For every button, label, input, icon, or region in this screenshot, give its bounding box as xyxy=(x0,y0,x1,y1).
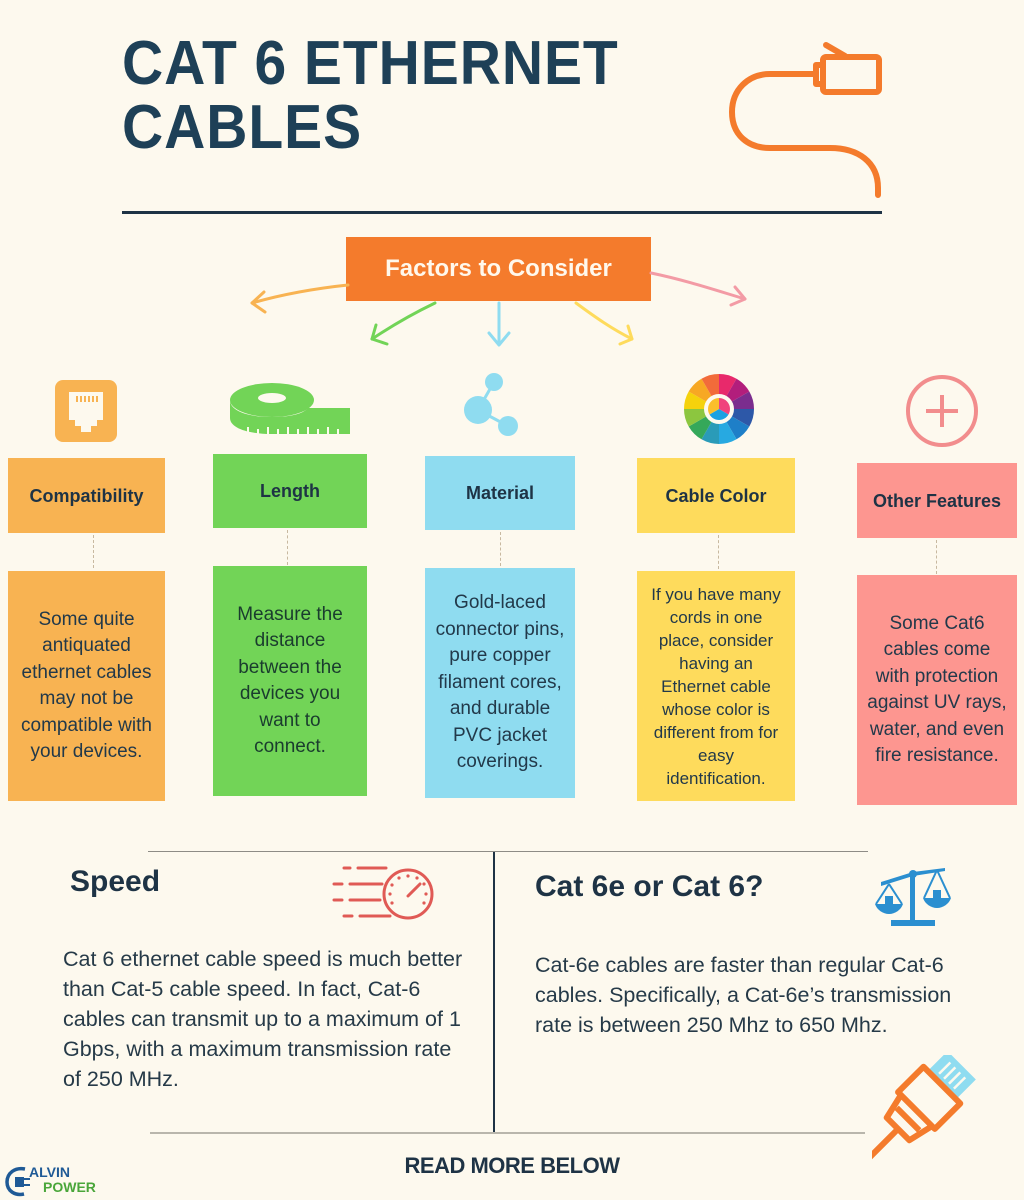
factor-description-cable-color: If you have many cords in one place, con… xyxy=(637,571,795,801)
factor-label-other-features: Other Features xyxy=(857,463,1017,538)
connector-material xyxy=(500,532,501,566)
factor-description-material: Gold-laced connector pins, pure copper f… xyxy=(425,568,575,798)
molecule-icon xyxy=(464,373,518,436)
connector-length xyxy=(287,530,288,565)
factor-description-other-features: Some Cat6 cables come with protection ag… xyxy=(857,575,1017,805)
section-top-divider xyxy=(148,851,868,852)
comparison-body: Cat-6e cables are faster than regular Ca… xyxy=(535,953,952,1037)
factor-description-length: Measure the distance between the devices… xyxy=(213,566,367,796)
plus-circle-icon xyxy=(906,375,978,447)
arrow-cable-color xyxy=(574,301,634,346)
section-bottom-divider xyxy=(150,1132,865,1134)
ethernet-cable-icon xyxy=(729,42,882,198)
factor-arrows xyxy=(250,271,747,347)
title-divider xyxy=(122,211,882,214)
arrow-length xyxy=(370,301,437,346)
speedometer-icon xyxy=(332,866,434,920)
page-title: CAT 6 ETHERNET CABLES xyxy=(122,32,692,160)
page-title-line-2: CABLES xyxy=(122,93,363,162)
page-title-line-1: CAT 6 ETHERNET xyxy=(122,29,619,98)
comparison-title: Cat 6e or Cat 6? xyxy=(535,870,764,903)
factor-label-compatibility: Compatibility xyxy=(8,458,165,533)
logo-line-2: POWER xyxy=(43,1179,96,1195)
factor-label-length: Length xyxy=(213,454,367,528)
logo-line-1: ALVIN xyxy=(29,1164,70,1180)
measuring-tape-icon xyxy=(230,383,350,434)
connector-other-features xyxy=(936,540,937,574)
factor-label-material: Material xyxy=(425,456,575,530)
factor-label-cable-color: Cable Color xyxy=(637,458,795,533)
color-wheel-icon xyxy=(684,374,754,444)
ethernet-port-icon xyxy=(55,380,117,442)
alvin-power-logo: ALVIN POWER xyxy=(5,1163,125,1199)
section-vertical-divider xyxy=(493,852,495,1132)
arrow-compatibility xyxy=(250,283,350,314)
balance-scale-icon xyxy=(875,868,951,926)
connector-compatibility xyxy=(93,535,94,568)
connector-cable-color xyxy=(718,535,719,569)
speed-title: Speed xyxy=(70,865,161,898)
arrow-material xyxy=(487,301,511,347)
read-more-link[interactable]: READ MORE BELOW xyxy=(0,1153,1024,1179)
arrow-other-features xyxy=(649,271,747,307)
speed-body: Cat 6 ethernet cable speed is much bette… xyxy=(63,947,463,1091)
factor-description-compatibility: Some quite antiquated ethernet cables ma… xyxy=(8,571,165,801)
